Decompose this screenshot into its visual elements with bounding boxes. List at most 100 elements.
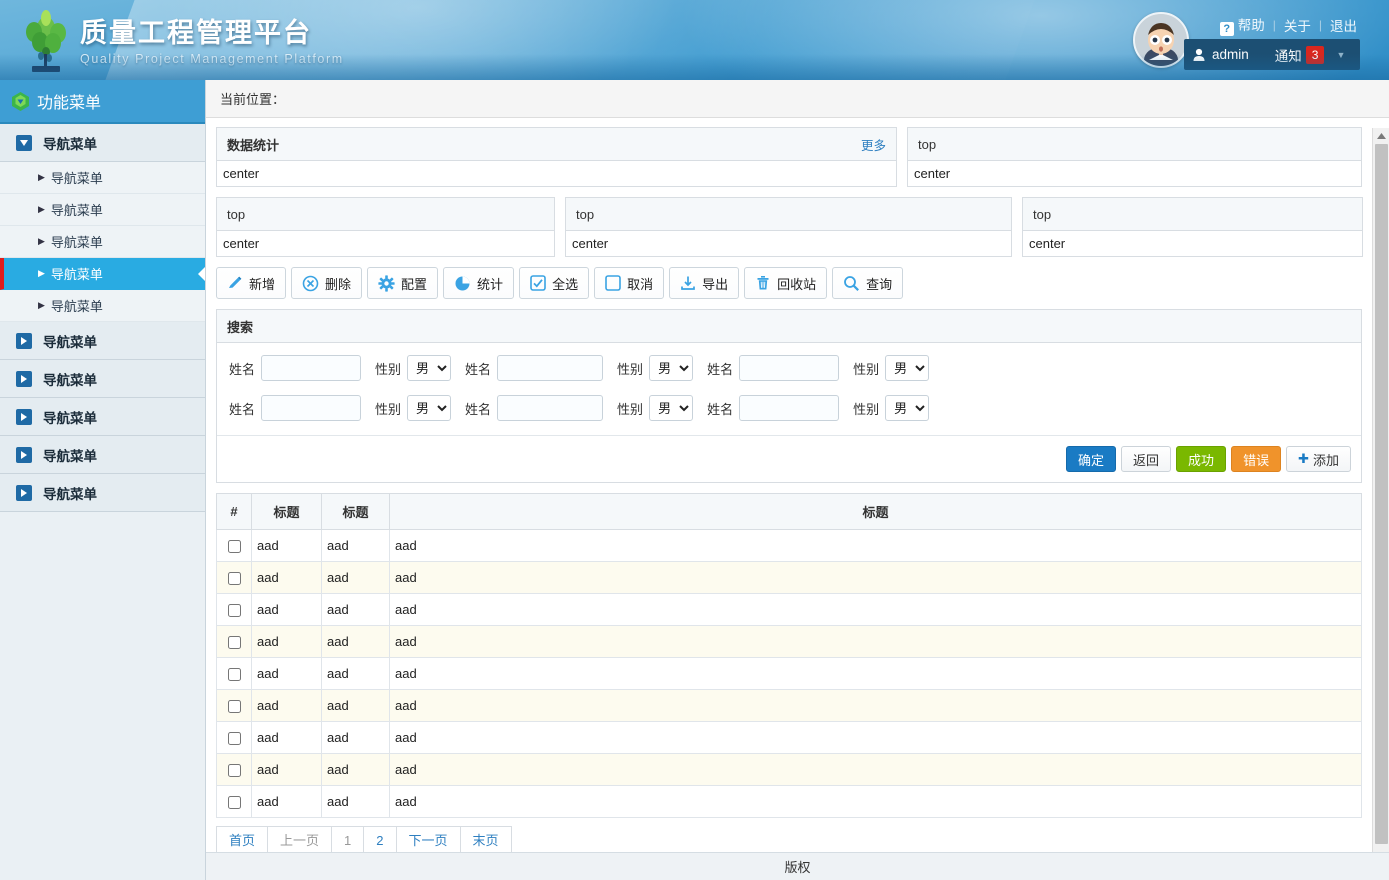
sidebar-group-4[interactable]: 导航菜单 [0,436,205,474]
table-row[interactable]: aad aad aad [217,562,1362,594]
about-link[interactable]: 关于 [1276,15,1319,35]
user-avatar[interactable] [1133,12,1189,68]
data-table: # 标题 标题 标题 aad aad aad aad aad aad [216,493,1362,818]
sidebar-item-label: 导航菜单 [51,200,103,219]
table-row[interactable]: aad aad aad [217,786,1362,818]
gender-select-2[interactable]: 男 女 [649,355,693,381]
table-row[interactable]: aad aad aad [217,530,1362,562]
row-checkbox-cell[interactable] [217,626,252,658]
cell: aad [390,626,1362,658]
scroll-up-arrow-icon[interactable] [1373,128,1389,143]
row-checkbox-cell[interactable] [217,754,252,786]
scrollbar-thumb[interactable] [1375,144,1388,844]
row-checkbox-cell[interactable] [217,786,252,818]
panel-col-1: top center [216,197,555,257]
row-checkbox[interactable] [228,668,241,681]
col-header-2[interactable]: 标题 [322,494,390,530]
cancel-button[interactable]: 取消 [594,267,664,299]
row-checkbox-cell[interactable] [217,690,252,722]
col-header-index[interactable]: # [217,494,252,530]
row-checkbox[interactable] [228,732,241,745]
sidebar-group-2[interactable]: 导航菜单 [0,360,205,398]
row-checkbox[interactable] [228,796,241,809]
table-row[interactable]: aad aad aad [217,722,1362,754]
name-input-2[interactable] [497,355,603,381]
name-input-3[interactable] [739,355,839,381]
gender-select-5[interactable]: 男 女 [649,395,693,421]
gender-label: 性别 [617,359,643,378]
add-record-button[interactable]: ✚ 添加 [1286,446,1351,472]
caret-right-square-icon [16,333,32,349]
table-row[interactable]: aad aad aad [217,594,1362,626]
logout-link[interactable]: 退出 [1322,15,1365,35]
panel-header: top [1023,198,1362,231]
brand: 质量工程管理平台 Quality Project Management Plat… [80,16,344,67]
confirm-button[interactable]: 确定 [1066,446,1116,472]
search-button[interactable]: 查询 [832,267,903,299]
row-checkbox-cell[interactable] [217,562,252,594]
row-checkbox[interactable] [228,764,241,777]
cell: aad [390,594,1362,626]
statistics-button[interactable]: 统计 [443,267,514,299]
row-checkbox-cell[interactable] [217,594,252,626]
user-menu-bar[interactable]: admin 通知 3 ▼ [1184,39,1360,70]
recycle-bin-button[interactable]: 回收站 [744,267,827,299]
sidebar-item-0[interactable]: ▶ 导航菜单 [0,162,205,194]
gender-select-3[interactable]: 男 女 [885,355,929,381]
name-input-4[interactable] [261,395,361,421]
name-input-1[interactable] [261,355,361,381]
sidebar-group-1[interactable]: 导航菜单 [0,322,205,360]
table-body: aad aad aad aad aad aad aad aad aad [217,530,1362,818]
more-link[interactable]: 更多 [861,135,886,154]
gender-select-4[interactable]: 男 女 [407,395,451,421]
name-input-6[interactable] [739,395,839,421]
table-row[interactable]: aad aad aad [217,754,1362,786]
cell: aad [390,658,1362,690]
config-button[interactable]: 配置 [367,267,438,299]
search-panel-header: 搜索 [217,310,1361,343]
row-checkbox-cell[interactable] [217,530,252,562]
panel-header: top [217,198,554,231]
table-row[interactable]: aad aad aad [217,626,1362,658]
panel-title: top [918,137,936,152]
vertical-scrollbar[interactable] [1372,128,1389,852]
row-checkbox[interactable] [228,700,241,713]
row-checkbox-cell[interactable] [217,722,252,754]
row-checkbox[interactable] [228,572,241,585]
panel-title: top [576,207,594,222]
success-button[interactable]: 成功 [1176,446,1226,472]
cell: aad [252,562,322,594]
notification-label[interactable]: 通知 [1275,45,1302,65]
sidebar-group-3[interactable]: 导航菜单 [0,398,205,436]
person-icon [1192,48,1206,62]
row-checkbox-cell[interactable] [217,658,252,690]
sidebar-item-3-active[interactable]: ▶ 导航菜单 [0,258,205,290]
sidebar-group-0[interactable]: 导航菜单 [0,124,205,162]
gender-select-1[interactable]: 男 女 [407,355,451,381]
back-button[interactable]: 返回 [1121,446,1171,472]
table-row[interactable]: aad aad aad [217,690,1362,722]
sidebar-item-1[interactable]: ▶ 导航菜单 [0,194,205,226]
delete-button[interactable]: 删除 [291,267,362,299]
row-checkbox[interactable] [228,540,241,553]
row-checkbox[interactable] [228,636,241,649]
chevron-down-icon[interactable]: ▼ [1336,50,1345,60]
sidebar-item-2[interactable]: ▶ 导航菜单 [0,226,205,258]
select-all-button[interactable]: 全选 [519,267,589,299]
button-label: 回收站 [777,274,816,293]
add-button[interactable]: 新增 [216,267,286,299]
row-checkbox[interactable] [228,604,241,617]
name-input-5[interactable] [497,395,603,421]
gender-label: 性别 [375,359,401,378]
col-header-1[interactable]: 标题 [252,494,322,530]
help-link[interactable]: ?帮助 [1212,14,1273,36]
col-header-3[interactable]: 标题 [390,494,1362,530]
name-label: 姓名 [707,359,733,378]
sidebar-group-5[interactable]: 导航菜单 [0,474,205,512]
breadcrumb: 当前位置： [206,80,1389,118]
export-button[interactable]: 导出 [669,267,739,299]
table-row[interactable]: aad aad aad [217,658,1362,690]
error-button[interactable]: 错误 [1231,446,1281,472]
gender-select-6[interactable]: 男 女 [885,395,929,421]
sidebar-item-4[interactable]: ▶ 导航菜单 [0,290,205,322]
